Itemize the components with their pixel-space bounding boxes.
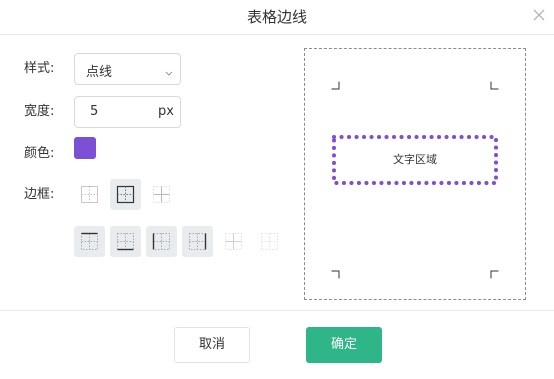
right-border-icon[interactable]: [182, 226, 213, 257]
header-divider: [0, 34, 554, 35]
chevron-down-icon: [164, 63, 174, 76]
border-preview: 文字区域: [304, 48, 526, 300]
corner-mark-icon: [331, 75, 340, 90]
corner-mark-icon: [331, 264, 340, 279]
width-unit: px: [158, 104, 174, 119]
left-border-icon[interactable]: [146, 226, 177, 257]
cancel-button[interactable]: 取消: [174, 327, 250, 363]
inner-borders-icon[interactable]: [146, 179, 177, 210]
footer-divider: [0, 310, 554, 311]
top-border-icon[interactable]: [74, 226, 105, 257]
no-border-icon[interactable]: [254, 226, 285, 257]
table-border-dialog: 表格边线 样式: 点线 宽度: 5 px 颜色: 边框: 文字区域 取消 确定: [0, 0, 554, 379]
width-label: 宽度:: [24, 104, 55, 119]
color-label: 颜色:: [24, 146, 55, 161]
outer-border-icon[interactable]: [74, 179, 105, 210]
style-label: 样式:: [24, 61, 55, 76]
bottom-border-icon[interactable]: [110, 226, 141, 257]
color-swatch[interactable]: [74, 137, 96, 159]
no-outer-border-icon[interactable]: [218, 226, 249, 257]
width-input[interactable]: 5 px: [74, 96, 181, 128]
ok-button[interactable]: 确定: [306, 327, 382, 363]
width-value: 5: [90, 104, 99, 119]
corner-mark-icon: [490, 264, 499, 279]
style-select[interactable]: 点线: [74, 53, 181, 85]
close-icon[interactable]: [532, 8, 546, 22]
preview-text: 文字区域: [393, 153, 437, 166]
all-borders-icon[interactable]: [110, 179, 141, 210]
corner-mark-icon: [490, 75, 499, 90]
border-label: 边框:: [24, 187, 55, 202]
preview-text-area: 文字区域: [331, 134, 499, 186]
style-select-value: 点线: [86, 65, 113, 80]
dialog-title: 表格边线: [246, 8, 307, 26]
